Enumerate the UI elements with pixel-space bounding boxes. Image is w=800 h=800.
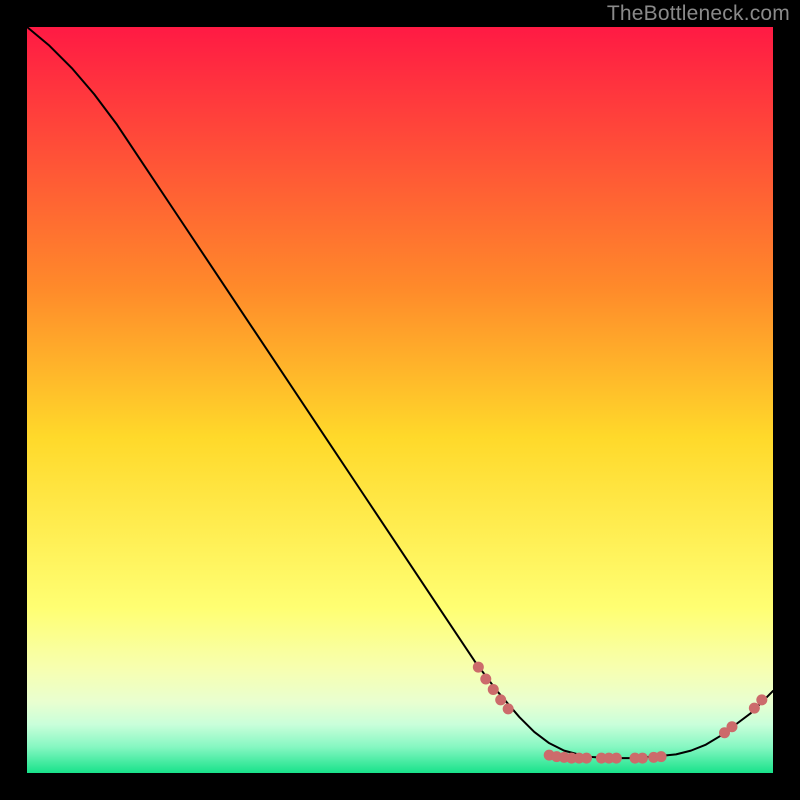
chart-plot-area	[27, 27, 773, 773]
data-marker	[756, 694, 767, 705]
data-marker	[488, 684, 499, 695]
data-marker	[749, 703, 760, 714]
data-marker	[637, 753, 648, 764]
data-marker	[495, 694, 506, 705]
data-marker	[581, 753, 592, 764]
data-marker	[480, 674, 491, 685]
data-marker	[503, 703, 514, 714]
data-marker	[656, 751, 667, 762]
chart-svg	[27, 27, 773, 773]
data-marker	[726, 721, 737, 732]
data-marker	[611, 753, 622, 764]
watermark-text: TheBottleneck.com	[607, 2, 790, 26]
data-marker	[473, 662, 484, 673]
